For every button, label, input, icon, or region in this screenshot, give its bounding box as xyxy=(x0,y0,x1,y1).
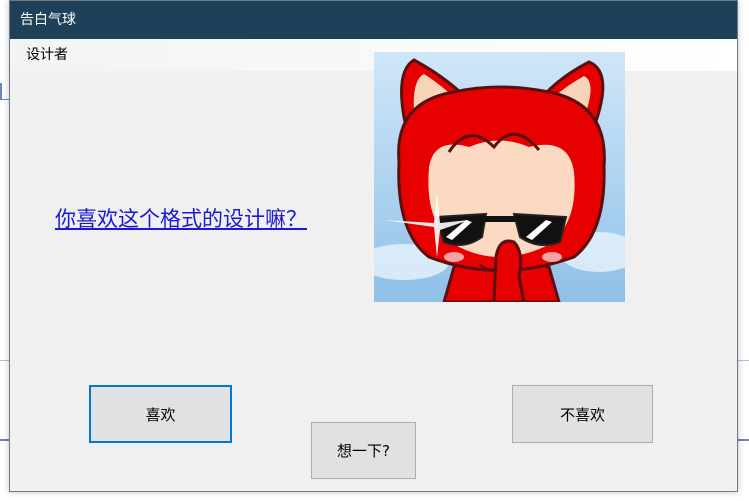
question-link[interactable]: 你喜欢这个格式的设计嘛？ xyxy=(55,203,307,233)
red-fox-with-sunglasses-icon xyxy=(374,52,625,302)
like-button-label: 喜欢 xyxy=(145,405,176,424)
like-button[interactable]: 喜欢 xyxy=(89,385,232,443)
app-window: 告白气球 设计者 你喜欢这个格式的设计嘛？ 喜欢 想一下? 不喜欢 xyxy=(9,0,738,492)
dislike-button[interactable]: 不喜欢 xyxy=(512,385,653,443)
menu-item-designer[interactable]: 设计者 xyxy=(26,47,68,64)
think-button[interactable]: 想一下? xyxy=(311,422,416,479)
think-button-label: 想一下? xyxy=(337,442,390,460)
window-title: 告白气球 xyxy=(20,12,76,28)
dislike-button-label: 不喜欢 xyxy=(559,405,605,424)
title-bar[interactable]: 告白气球 xyxy=(10,1,737,39)
